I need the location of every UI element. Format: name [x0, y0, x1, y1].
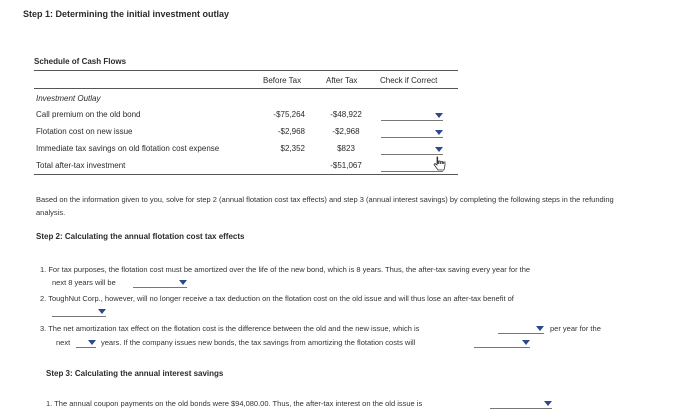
row-total-label: Total after-tax investment: [36, 161, 126, 170]
chevron-down-icon: [536, 326, 544, 331]
check-dropdown-flotation[interactable]: [381, 127, 443, 138]
chevron-down-icon: [179, 280, 187, 285]
q3-line1: 3. The net amortization tax effect on th…: [40, 324, 420, 333]
q2-answer-dropdown[interactable]: [52, 306, 106, 317]
row-tax-savings-label: Immediate tax savings on old flotation c…: [36, 144, 220, 153]
row-tax-savings-after: $823: [337, 144, 355, 153]
row-call-premium-after: -$48,922: [330, 110, 362, 119]
chevron-down-icon: [435, 147, 443, 152]
chevron-down-icon: [435, 130, 443, 135]
step2-heading: Step 2: Calculating the annual flotation…: [36, 232, 245, 241]
row-call-premium-before: -$75,264: [273, 110, 305, 119]
check-dropdown-call-premium[interactable]: [381, 110, 443, 121]
q4-line1: 1. The annual coupon payments on the old…: [46, 399, 423, 408]
row-flotation-after: -$2,968: [332, 127, 360, 136]
hand-cursor-icon: [433, 156, 446, 171]
row-call-premium-label: Call premium on the old bond: [36, 110, 141, 119]
q2-line1: 2. ToughNut Corp., however, will no long…: [40, 294, 514, 303]
chevron-down-icon: [88, 340, 96, 345]
header-rule: [34, 88, 458, 89]
chevron-down-icon: [435, 113, 443, 118]
schedule-top-rule: [34, 70, 458, 71]
col-before-tax: Before Tax: [263, 76, 302, 85]
check-dropdown-tax-savings[interactable]: [381, 144, 443, 155]
row-flotation-before: -$2,968: [277, 127, 305, 136]
q3-next: next: [56, 338, 71, 347]
q3-years-dropdown[interactable]: [76, 337, 96, 348]
q3-effect-dropdown[interactable]: [474, 337, 530, 348]
col-after-tax: After Tax: [326, 76, 358, 85]
q1-line2: next 8 years will be: [52, 278, 116, 287]
row-flotation-label: Flotation cost on new issue: [36, 127, 133, 136]
q4-answer-dropdown[interactable]: [490, 398, 552, 409]
section-investment-outlay: Investment Outlay: [36, 94, 101, 103]
step1-heading: Step 1: Determining the initial investme…: [23, 9, 230, 19]
q3-amount-dropdown[interactable]: [498, 323, 544, 334]
chevron-down-icon: [98, 309, 106, 314]
step3-heading: Step 3: Calculating the annual interest …: [46, 369, 224, 378]
chevron-down-icon: [522, 340, 530, 345]
chevron-down-icon: [544, 401, 552, 406]
instructions-text: Based on the information given to you, s…: [36, 195, 614, 217]
row-total-after: -$51,067: [330, 161, 362, 170]
q3-line2: years. If the company issues new bonds, …: [101, 338, 416, 347]
q1-line1: 1. For tax purposes, the flotation cost …: [40, 265, 531, 274]
q3-per-year: per year for the: [550, 324, 601, 333]
q1-answer-dropdown[interactable]: [133, 277, 187, 288]
schedule-bottom-rule: [34, 174, 458, 175]
col-check: Check if Correct: [380, 76, 438, 85]
schedule-title: Schedule of Cash Flows: [34, 57, 127, 66]
row-tax-savings-before: $2,352: [280, 144, 305, 153]
